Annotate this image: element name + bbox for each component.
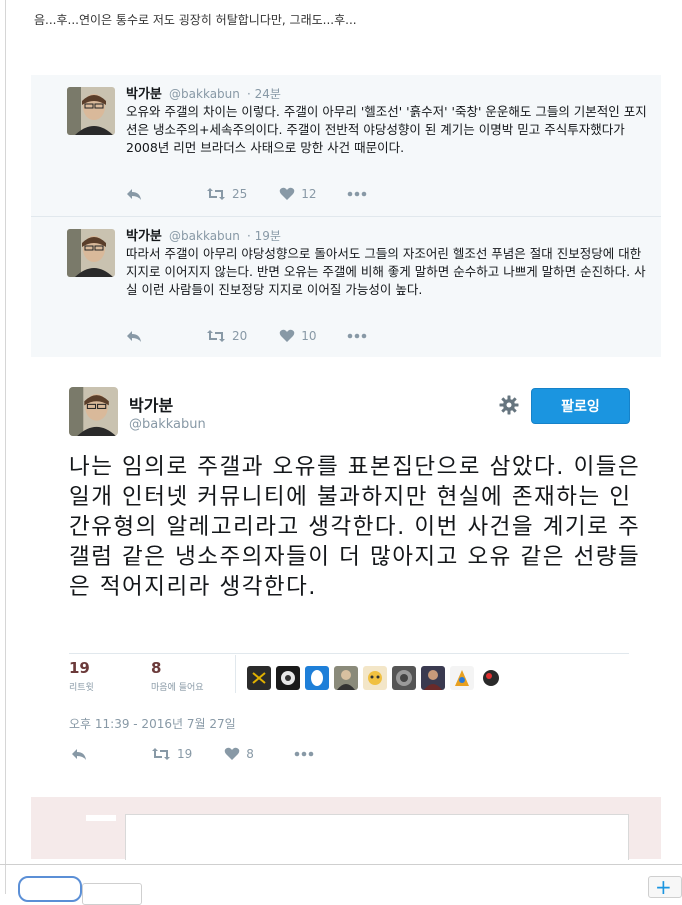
more-icon: [294, 751, 314, 757]
avatar[interactable]: [67, 87, 115, 135]
reply-header: 박가분 @bakkabun · 19분: [126, 225, 281, 244]
avatar[interactable]: [450, 666, 474, 690]
avatar[interactable]: [69, 387, 118, 436]
like-button[interactable]: 12: [279, 187, 317, 201]
display-name[interactable]: 박가분: [129, 392, 173, 416]
liker-avatars: [247, 666, 503, 690]
reply-thread: 박가분 @bakkabun · 24분 오유와 주갤의 차이는 이렇다. 주갤이…: [31, 75, 661, 357]
retweet-count: 19: [177, 747, 193, 761]
tweet-text: 따라서 주갤이 아무리 야당성향으로 돌아서도 그들의 자조어린 헬조선 푸념은…: [126, 246, 646, 297]
reply-header: 박가분 @bakkabun · 24분: [126, 83, 281, 102]
user-handle[interactable]: @bakkabun: [169, 229, 240, 243]
avatar[interactable]: [67, 229, 115, 277]
footer-toggle[interactable]: [18, 876, 82, 902]
retweet-count: 20: [232, 329, 248, 343]
divider: [0, 864, 682, 865]
reply-tweet[interactable]: 박가분 @bakkabun · 24분 오유와 주갤의 차이는 이렇다. 주갤이…: [31, 75, 661, 216]
gear-icon[interactable]: [499, 395, 519, 419]
retweet-button[interactable]: 25: [206, 187, 247, 201]
retweet-count: 25: [232, 187, 248, 201]
display-name[interactable]: 박가분: [126, 87, 162, 102]
more-icon: [347, 191, 366, 197]
avatar[interactable]: [334, 666, 358, 690]
footer-field[interactable]: [82, 883, 142, 905]
more-icon: [347, 333, 366, 339]
more-button[interactable]: [294, 751, 314, 757]
avatar[interactable]: [276, 666, 300, 690]
like-stat-label: 마음에 들어요: [151, 683, 204, 693]
like-count: 10: [301, 329, 317, 343]
retweet-icon: [152, 748, 170, 760]
heart-icon: [279, 187, 295, 200]
reply-button[interactable]: [126, 329, 142, 343]
tweet-text: 나는 임의로 주갤과 오유를 표본집단으로 삼았다. 이들은 일개 인터넷 커뮤…: [69, 454, 641, 600]
display-name[interactable]: 박가분: [126, 229, 162, 244]
post-intro-text: 음...후...연이은 통수로 저도 굉장히 허탈합니다만, 그래도...후..…: [34, 13, 357, 27]
divider: [69, 653, 629, 654]
like-button[interactable]: 8: [224, 747, 254, 761]
follow-button[interactable]: 팔로잉: [531, 388, 630, 424]
user-handle[interactable]: @bakkabun: [169, 87, 240, 101]
reply-icon: [127, 331, 141, 342]
avatar[interactable]: [421, 666, 445, 690]
tweet-actions: 20 10: [126, 329, 367, 343]
like-stat[interactable]: 8 마음에 들어요: [151, 659, 204, 693]
composer-avatar-placeholder: [86, 815, 116, 821]
main-tweet: 박가분 @bakkabun 팔로잉 나는 임의로 주갤과 오유를 표본집단으로 …: [31, 357, 661, 797]
divider: [235, 655, 236, 693]
tweet-actions: 25 12: [126, 187, 367, 201]
like-count: 12: [301, 187, 317, 201]
reply-button[interactable]: [71, 747, 87, 761]
tweet-text: 오유와 주갤의 차이는 이렇다. 주갤이 아무리 '헬조선' '흙수저' '죽창…: [126, 104, 647, 155]
reply-button[interactable]: [126, 187, 142, 201]
tweet-time[interactable]: · 24분: [247, 87, 281, 101]
reply-icon: [72, 749, 86, 760]
avatar[interactable]: [305, 666, 329, 690]
retweet-stat-count: 19: [69, 659, 90, 677]
avatar[interactable]: [247, 666, 271, 690]
heart-icon: [279, 329, 295, 342]
like-count: 8: [246, 747, 254, 761]
like-button[interactable]: 10: [279, 329, 317, 343]
tweet-timestamp[interactable]: 오후 11:39 - 2016년 7월 27일: [69, 715, 236, 732]
tweet-time[interactable]: · 19분: [247, 229, 281, 243]
left-border: [5, 0, 6, 894]
avatar[interactable]: [479, 666, 503, 690]
reply-input[interactable]: [125, 814, 629, 860]
retweet-stat-label: 리트윗: [69, 683, 94, 693]
retweet-icon: [207, 330, 225, 342]
avatar[interactable]: [363, 666, 387, 690]
more-button[interactable]: [347, 191, 367, 197]
plus-icon[interactable]: +: [648, 876, 682, 898]
reply-icon: [127, 189, 141, 200]
like-stat-count: 8: [151, 659, 162, 677]
retweet-icon: [207, 188, 225, 200]
retweet-button[interactable]: 20: [206, 329, 247, 343]
retweet-stat[interactable]: 19 리트윗: [69, 659, 94, 693]
reply-composer: [31, 797, 661, 860]
heart-icon: [224, 747, 240, 760]
avatar[interactable]: [392, 666, 416, 690]
tweet-actions: 19 8: [71, 747, 314, 761]
more-button[interactable]: [347, 333, 367, 339]
retweet-button[interactable]: 19: [151, 747, 192, 761]
reply-tweet[interactable]: 박가분 @bakkabun · 19분 따라서 주갤이 아무리 야당성향으로 돌…: [31, 216, 661, 358]
user-handle[interactable]: @bakkabun: [129, 417, 206, 432]
